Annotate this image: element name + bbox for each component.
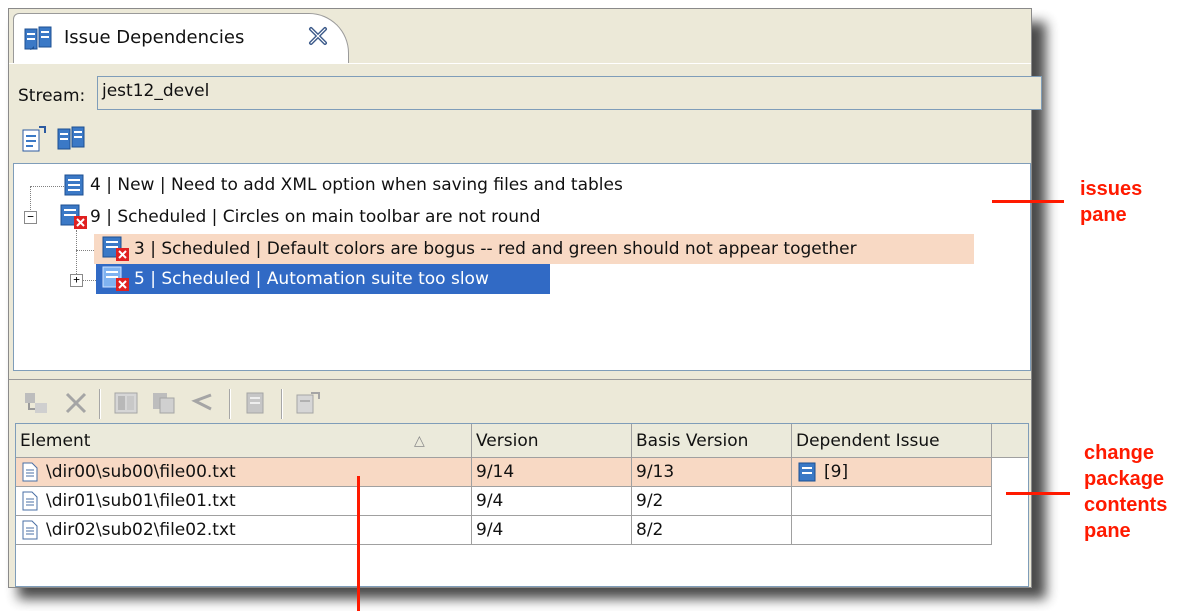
stream-label: Stream: xyxy=(18,86,86,106)
issues-toolbar xyxy=(9,119,1031,163)
element-path: \dir02\sub02\file02.txt xyxy=(46,520,236,540)
column-header-label: Dependent Issue xyxy=(796,431,940,451)
column-header-element[interactable]: Element △ xyxy=(16,424,472,458)
tab-bar: Issue Dependencies xyxy=(9,9,1031,64)
column-header-label: Basis Version xyxy=(636,431,749,451)
properties-icon[interactable] xyxy=(295,391,321,420)
table-row[interactable]: \dir02\sub02\file02.txt 9/4 8/2 xyxy=(16,516,992,545)
basis-version-cell: 8/2 xyxy=(632,516,792,545)
contents-pane-pointer xyxy=(1006,492,1070,495)
element-cell: \dir00\sub00\file00.txt xyxy=(16,458,472,487)
issues-pane-pointer xyxy=(992,200,1064,203)
expand-icon[interactable]: + xyxy=(70,274,83,287)
issue-icon xyxy=(798,462,816,486)
issue-dependencies-view: Issue Dependencies Stream: jest12_devel xyxy=(8,8,1042,588)
annotation-line: package xyxy=(1084,468,1165,490)
element-cell: \dir01\sub01\file01.txt xyxy=(16,487,472,516)
basis-version-cell: 9/2 xyxy=(632,487,792,516)
tree-item-label: 4 | New | Need to add XML option when sa… xyxy=(90,175,623,195)
dependent-issue-cell xyxy=(792,487,992,516)
file-icon xyxy=(22,520,38,544)
tree-item[interactable]: 4 | New | Need to add XML option when sa… xyxy=(14,170,1024,200)
contents-toolbar xyxy=(9,381,1031,425)
file-icon xyxy=(22,491,38,515)
tab-title: Issue Dependencies xyxy=(64,27,245,48)
issues-pane: 4 | New | Need to add XML option when sa… xyxy=(13,163,1031,371)
version-cell: 9/14 xyxy=(472,458,632,487)
sort-indicator-icon: △ xyxy=(414,433,425,449)
issues-pane-annotation: issues pane xyxy=(1080,176,1142,228)
basis-version-cell: 9/13 xyxy=(632,458,792,487)
toolbar-separator xyxy=(99,389,101,419)
pane-splitter[interactable] xyxy=(9,371,1031,380)
remove-icon[interactable] xyxy=(63,391,89,420)
column-header-version[interactable]: Version xyxy=(472,424,632,458)
stream-row: Stream: jest12_devel xyxy=(9,63,1042,112)
tree-item-label: 3 | Scheduled | Default colors are bogus… xyxy=(134,239,857,259)
issue-icon xyxy=(60,204,88,240)
version-cell: 9/4 xyxy=(472,516,632,545)
toolbar-separator xyxy=(281,389,283,419)
annotation-line: pane xyxy=(1080,204,1127,226)
copy-icon[interactable] xyxy=(151,391,177,420)
annotation-line: contents xyxy=(1084,494,1168,516)
element-cell: \dir02\sub02\file02.txt xyxy=(16,516,472,545)
dependent-issue-cell: [9] xyxy=(792,458,992,487)
dependent-issue-cell xyxy=(792,516,992,545)
column-header-label: Version xyxy=(476,431,539,451)
tree-item-label: 5 | Scheduled | Automation suite too slo… xyxy=(134,269,489,289)
stream-field[interactable]: jest12_devel xyxy=(97,76,1042,110)
table-row[interactable]: \dir00\sub00\file00.txt 9/14 9/13 [9] xyxy=(16,458,992,487)
column-header-filler xyxy=(992,424,1028,458)
issue-icon xyxy=(102,266,130,302)
close-icon[interactable] xyxy=(306,24,330,48)
row-pointer xyxy=(357,476,360,611)
column-header-dependent-issue[interactable]: Dependent Issue xyxy=(792,424,992,458)
toolbar-separator xyxy=(229,389,231,419)
dependent-issue-link[interactable]: [9] xyxy=(824,458,848,486)
revert-icon[interactable] xyxy=(189,391,215,420)
issue-dependencies-icon xyxy=(24,26,52,57)
contents-pane-annotation: change package contents pane xyxy=(1084,440,1167,544)
tree-item[interactable]: + 5 | Scheduled | Automation suite too s… xyxy=(14,264,554,294)
tree-item-label: 9 | Scheduled | Circles on main toolbar … xyxy=(90,207,541,227)
issue-details-icon[interactable] xyxy=(21,125,47,158)
column-header-basis-version[interactable]: Basis Version xyxy=(632,424,792,458)
table-row[interactable]: \dir01\sub01\file01.txt 9/4 9/2 xyxy=(16,487,992,516)
file-icon xyxy=(22,462,38,486)
element-path: \dir01\sub01\file01.txt xyxy=(46,491,236,511)
tree-item[interactable]: − 9 | Scheduled | Circles on main toolba… xyxy=(14,202,1024,232)
diff-icon[interactable] xyxy=(113,391,139,420)
element-path: \dir00\sub00\file00.txt xyxy=(46,462,236,482)
tab-issue-dependencies[interactable]: Issue Dependencies xyxy=(13,13,349,63)
collapse-icon[interactable]: − xyxy=(24,211,37,224)
issue-dependencies-icon[interactable] xyxy=(57,125,85,158)
annotation-line: change xyxy=(1084,442,1155,464)
history-icon[interactable] xyxy=(23,391,49,420)
column-header-label: Element xyxy=(20,431,91,451)
annotation-line: issues xyxy=(1080,178,1143,200)
annotation-line: pane xyxy=(1084,520,1131,542)
contents-table: Element △ Version Basis Version Dependen… xyxy=(15,423,1029,587)
version-cell: 9/4 xyxy=(472,487,632,516)
open-icon[interactable] xyxy=(243,391,269,420)
tree-item[interactable]: 3 | Scheduled | Default colors are bogus… xyxy=(94,234,974,264)
